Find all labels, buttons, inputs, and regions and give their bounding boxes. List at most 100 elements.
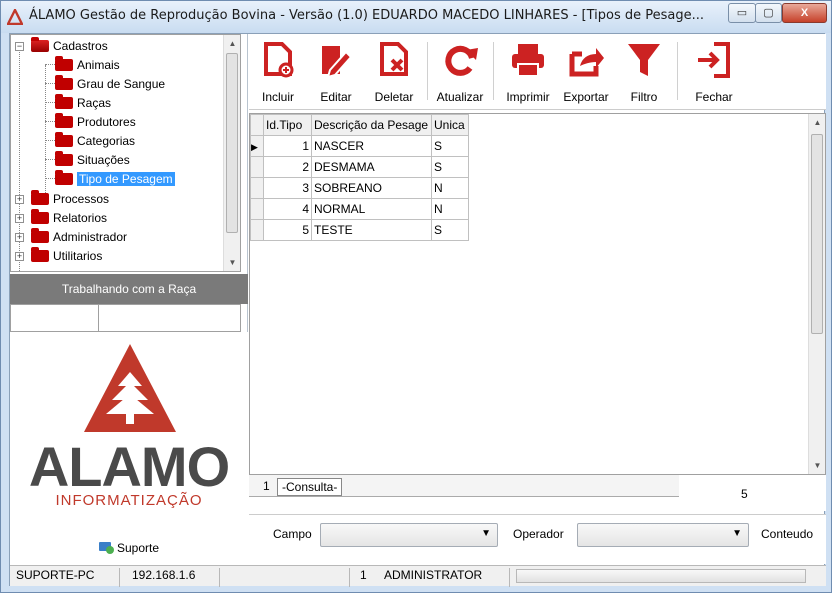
table-row[interactable]: 2 DESMAMA S — [250, 156, 469, 178]
raca-code-field[interactable] — [10, 304, 99, 332]
campo-select[interactable]: ▼ — [320, 523, 498, 547]
new-document-icon — [264, 42, 294, 78]
folder-icon — [55, 132, 73, 147]
operador-label: Operador — [513, 527, 564, 541]
maximize-button[interactable]: ▢ — [755, 3, 782, 23]
scroll-down-icon[interactable]: ▼ — [809, 457, 826, 474]
table-row[interactable]: 3 SOBREANO N — [250, 177, 469, 199]
tree-item-processos[interactable]: Processos — [31, 190, 109, 208]
tree-item-administrador[interactable]: Administrador — [31, 228, 127, 246]
data-grid: Id.Tipo Descrição da Pesage Unica ▶ 1 NA… — [249, 113, 826, 475]
column-header-descricao[interactable]: Descrição da Pesage — [311, 114, 432, 136]
imprimir-button[interactable]: Imprimir — [499, 36, 557, 108]
exportar-button[interactable]: Exportar — [557, 36, 615, 108]
raca-name-field[interactable] — [98, 304, 241, 332]
logo-word: ALAMO — [28, 435, 230, 498]
exit-door-icon — [698, 42, 730, 78]
title-bar: ÁLAMO Gestão de Reprodução Bovina - Vers… — [1, 1, 831, 33]
tab-page-number[interactable]: 1 — [259, 478, 274, 496]
cell-id[interactable]: 1 — [263, 135, 312, 157]
tab-consulta[interactable]: -Consulta- — [277, 478, 343, 496]
tree-item-animais[interactable]: Animais — [55, 56, 120, 74]
left-panel: − Cadastros Animais Grau de Sangue Raças… — [10, 34, 248, 565]
cell-unica[interactable]: N — [431, 198, 469, 220]
tree-item-relatorios[interactable]: Relatorios — [31, 209, 107, 227]
atualizar-button[interactable]: Atualizar — [431, 36, 489, 108]
tree-item-produtores[interactable]: Produtores — [55, 113, 136, 131]
expand-relatorios-toggle[interactable]: + — [15, 214, 24, 223]
row-indicator — [250, 177, 264, 199]
cell-descricao[interactable]: SOBREANO — [311, 177, 432, 199]
cell-descricao[interactable]: NASCER — [311, 135, 432, 157]
tree-item-cadastros[interactable]: Cadastros — [31, 37, 108, 55]
tree-item-racas[interactable]: Raças — [55, 94, 111, 112]
scroll-thumb[interactable] — [811, 134, 823, 334]
chevron-down-icon: ▼ — [481, 528, 491, 539]
expand-administrador-toggle[interactable]: + — [15, 233, 24, 242]
tree-item-grau-de-sangue[interactable]: Grau de Sangue — [55, 75, 165, 93]
main-window: ÁLAMO Gestão de Reprodução Bovina - Vers… — [0, 0, 832, 593]
folder-icon — [55, 151, 73, 166]
cell-id[interactable]: 2 — [263, 156, 312, 178]
tree-item-situacoes[interactable]: Situações — [55, 151, 130, 169]
navigation-tree: − Cadastros Animais Grau de Sangue Raças… — [10, 34, 241, 272]
folder-icon — [55, 75, 73, 90]
page-tabs: 1 -Consulta- 5 — [249, 475, 826, 511]
editar-button[interactable]: Editar — [307, 36, 365, 108]
scroll-down-icon[interactable]: ▼ — [224, 254, 240, 271]
cell-descricao[interactable]: DESMAMA — [311, 156, 432, 178]
window-title: ÁLAMO Gestão de Reprodução Bovina - Vers… — [29, 8, 705, 23]
cell-unica[interactable]: N — [431, 177, 469, 199]
filtro-button[interactable]: Filtro — [615, 36, 673, 108]
minimize-button[interactable]: ▭ — [728, 3, 756, 23]
cell-unica[interactable]: S — [431, 156, 469, 178]
status-computer: SUPORTE-PC — [16, 568, 95, 582]
operador-select[interactable]: ▼ — [577, 523, 749, 547]
cell-id[interactable]: 4 — [263, 198, 312, 220]
cell-id[interactable]: 5 — [263, 219, 312, 241]
column-header-unica[interactable]: Unica — [431, 114, 469, 136]
row-indicator — [250, 219, 264, 241]
table-row[interactable]: 4 NORMAL N — [250, 198, 469, 220]
status-progress-bar — [516, 569, 806, 583]
folder-icon — [31, 209, 49, 224]
folder-icon — [31, 228, 49, 243]
scroll-up-icon[interactable]: ▲ — [809, 114, 826, 131]
incluir-button[interactable]: Incluir — [249, 36, 307, 108]
table-row[interactable]: 5 TESTE S — [250, 219, 469, 241]
folder-icon — [31, 247, 49, 262]
refresh-icon — [445, 45, 478, 76]
cell-unica[interactable]: S — [431, 135, 469, 157]
cell-descricao[interactable]: TESTE — [311, 219, 432, 241]
support-link[interactable]: Suporte — [98, 539, 159, 555]
grid-scrollbar[interactable]: ▲ ▼ — [808, 114, 825, 474]
table-row[interactable]: ▶ 1 NASCER S — [250, 135, 469, 157]
expand-utilitarios-toggle[interactable]: + — [15, 252, 24, 261]
app-logo-icon — [7, 9, 23, 25]
fechar-button[interactable]: Fechar — [685, 36, 743, 108]
scroll-up-icon[interactable]: ▲ — [224, 35, 240, 52]
tree-item-tipo-de-pesagem[interactable]: Tipo de Pesagem — [55, 170, 175, 188]
export-icon — [569, 48, 604, 77]
folder-icon — [55, 113, 73, 128]
company-logo: ALAMO INFORMATIZAÇÃO — [10, 332, 248, 565]
filter-bar: Campo ▼ Operador ▼ Conteudo — [249, 514, 826, 564]
current-row-indicator-icon: ▶ — [250, 135, 264, 157]
column-header-id-tipo[interactable]: Id.Tipo — [263, 114, 312, 136]
expand-processos-toggle[interactable]: + — [15, 195, 24, 204]
deletar-button[interactable]: Deletar — [365, 36, 423, 108]
tree-scrollbar[interactable]: ▲ ▼ — [223, 35, 240, 271]
folder-icon — [55, 56, 73, 71]
tree-item-utilitarios[interactable]: Utilitarios — [31, 247, 102, 265]
cell-descricao[interactable]: NORMAL — [311, 198, 432, 220]
chevron-down-icon: ▼ — [732, 528, 742, 539]
cell-unica[interactable]: S — [431, 219, 469, 241]
tab-strip: 1 -Consulta- — [249, 475, 679, 497]
collapse-cadastros-toggle[interactable]: − — [15, 42, 24, 51]
status-panel — [220, 568, 350, 587]
status-ip: 192.168.1.6 — [132, 568, 196, 582]
cell-id[interactable]: 3 — [263, 177, 312, 199]
tree-item-categorias[interactable]: Categorias — [55, 132, 135, 150]
close-button[interactable]: X — [782, 3, 827, 23]
scroll-thumb[interactable] — [226, 53, 238, 233]
